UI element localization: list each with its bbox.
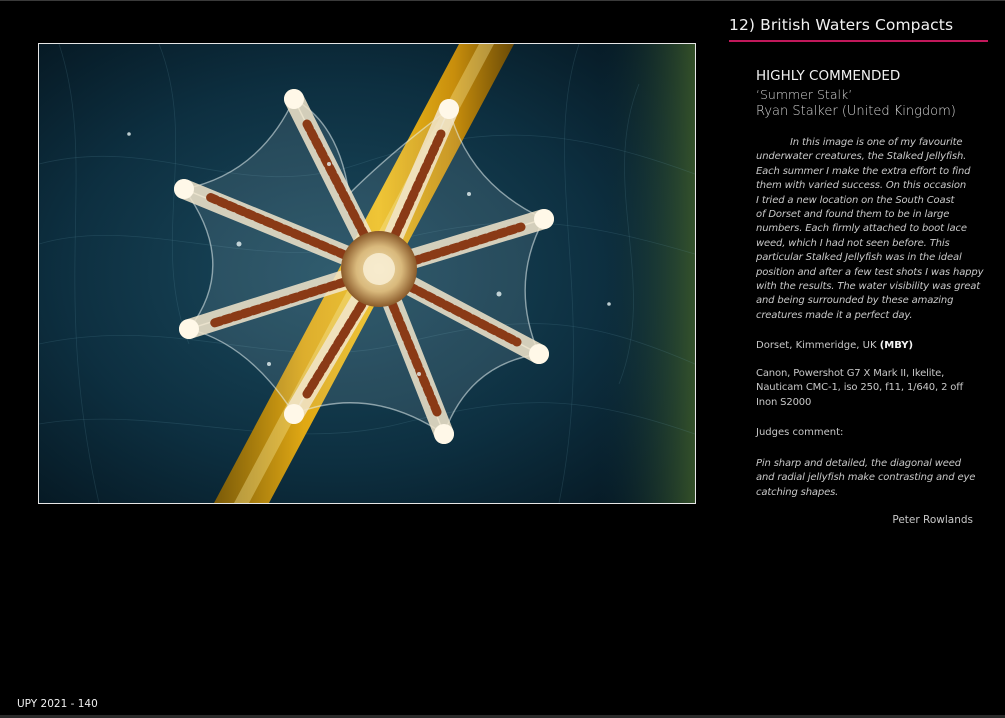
jellyfish-photo-illustration	[39, 44, 695, 503]
description-line: position and after a few test shots I wa…	[756, 266, 984, 278]
location-code: (MBY)	[879, 340, 914, 351]
description-line: weed, which I had not seen before. This	[756, 237, 950, 249]
description-line: particular Stalked Jellyfish was in the …	[756, 252, 962, 264]
judges-comment-line: catching shapes.	[756, 486, 839, 498]
judge-name: Peter Rowlands	[892, 514, 973, 526]
camera-line: Canon, Powershot G7 X Mark II, Ikelite,	[756, 368, 945, 379]
section-title: 12) British Waters Compacts	[729, 16, 954, 34]
camera-line: Inon S2000	[756, 396, 812, 408]
description-line: Each summer I make the extra effort to f…	[756, 165, 971, 177]
description-line: and being surrounded by these amazing	[756, 295, 954, 307]
description-line: of Dorset and found them to be in large	[756, 209, 950, 221]
description-line: with the results. The water visibility w…	[756, 281, 981, 293]
image-description: In this image is one of my favourite und…	[756, 136, 984, 323]
camera-line: Nauticam CMC-1, iso 250, f11, 1/640, 2 o…	[756, 382, 964, 394]
description-line: I tried a new location on the South Coas…	[756, 194, 955, 206]
section-divider	[729, 40, 988, 42]
camera-details: Canon, Powershot G7 X Mark II, Ikelite, …	[756, 367, 978, 410]
judges-comment: Pin sharp and detailed, the diagonal wee…	[756, 457, 978, 500]
judges-comment-label: Judges comment:	[756, 427, 844, 438]
photographer-name: Ryan Stalker (United Kingdom)	[756, 104, 956, 119]
image-title: ‘Summer Stalk’	[756, 87, 853, 102]
location-text: Dorset, Kimmeridge, UK	[756, 340, 877, 351]
competition-photo	[38, 43, 696, 504]
description-line: underwater creatures, the Stalked Jellyf…	[756, 151, 967, 163]
description-line: them with varied success. On this occasi…	[756, 180, 967, 192]
top-border	[0, 0, 1005, 1]
judges-comment-line: Pin sharp and detailed, the diagonal wee…	[756, 458, 962, 469]
location-line: Dorset, Kimmeridge, UK (MBY)	[756, 340, 913, 351]
description-line: In this image is one of my favourite	[790, 137, 963, 148]
page-number: UPY 2021 - 140	[17, 698, 98, 710]
judges-comment-line: and radial jellyfish make contrasting an…	[756, 472, 976, 484]
description-line: numbers. Each firmly attached to boot la…	[756, 223, 967, 235]
award-heading: HIGHLY COMMENDED	[756, 68, 901, 84]
description-line: creatures made it a perfect day.	[756, 309, 913, 321]
